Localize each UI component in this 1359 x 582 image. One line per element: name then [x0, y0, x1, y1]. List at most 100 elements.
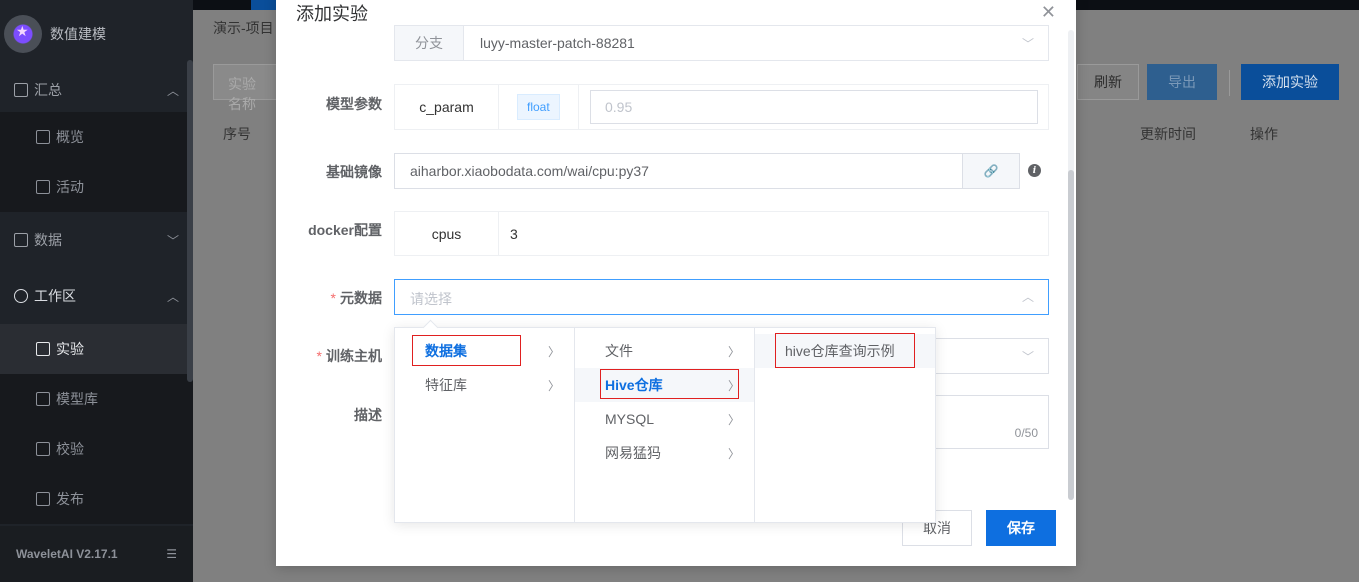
option-label: 网易猛犸: [605, 445, 661, 461]
menu-group-label: 汇总: [34, 82, 62, 98]
cascader-option-dataset[interactable]: 数据集 〉: [395, 334, 574, 368]
option-label: 文件: [605, 343, 633, 359]
char-count: 0/50: [1014, 426, 1038, 440]
param-type-tag: float: [517, 94, 560, 120]
branch-prefix: 分支: [395, 26, 464, 60]
param-value-input[interactable]: 0.95: [590, 90, 1038, 124]
package-icon: [36, 492, 50, 506]
info-icon[interactable]: i: [1028, 164, 1041, 177]
export-button[interactable]: 导出: [1147, 64, 1217, 100]
metadata-label-text: 元数据: [340, 290, 382, 306]
chevron-right-icon: 〉: [547, 378, 560, 393]
cascader-option-hive[interactable]: Hive仓库 〉: [575, 368, 754, 402]
top-bar-accent: [251, 0, 278, 10]
sidebar-item-label: 概览: [56, 129, 84, 145]
cascader-option-file[interactable]: 文件 〉: [575, 334, 754, 368]
chevron-down-icon: ﹀: [1021, 37, 1034, 51]
training-host-label: * 训练主机: [317, 346, 382, 366]
base-image-label: 基础镜像: [326, 164, 382, 180]
scan-icon: [36, 442, 50, 456]
add-experiment-button[interactable]: 添加实验: [1241, 64, 1339, 100]
version-bar: WaveletAI V2.17.1 ☰: [0, 526, 193, 582]
cascader-option-hive-query-example[interactable]: hive仓库查询示例: [755, 334, 935, 368]
activity-icon: [36, 180, 50, 194]
cascader-option-mysql[interactable]: MYSQL 〉: [575, 402, 754, 436]
sidebar-item-label: 发布: [56, 491, 84, 507]
docker-config-row: cpus 3: [394, 211, 1049, 256]
option-label: hive仓库查询示例: [785, 343, 895, 359]
sidebar: 数值建模 汇总 ︿ 概览 活动 数据 ﹀ 工作区 ︿ 实验 模型库 校验 发布 …: [0, 0, 193, 582]
sidebar-scrollbar[interactable]: [187, 60, 193, 382]
branch-select[interactable]: 分支 luyy-master-patch-88281 ﹀: [394, 25, 1049, 61]
branch-value: luyy-master-patch-88281: [480, 35, 635, 51]
chevron-down-icon: ﹀: [166, 233, 179, 248]
link-icon[interactable]: 🔗: [962, 154, 1019, 188]
docker-value[interactable]: 3: [510, 226, 518, 242]
logo-icon: [4, 15, 42, 53]
required-mark: *: [316, 348, 322, 364]
model-params-label: 模型参数: [326, 96, 382, 112]
hierarchy-icon: [14, 233, 28, 247]
param-divider: [578, 85, 579, 129]
option-label: Hive仓库: [605, 377, 663, 393]
version-label: WaveletAI V2.17.1: [16, 547, 118, 561]
menu-group-data[interactable]: 数据 ﹀: [0, 212, 193, 268]
brand-name: 数值建模: [50, 26, 106, 42]
cascader-column-2: 文件〉 Hive仓库〉 MYSQL 〉 网易猛犸〉: [575, 328, 755, 522]
chevron-up-icon: ︿: [1021, 290, 1034, 304]
description-label: 描述: [354, 407, 382, 423]
toolbar-divider: [1229, 70, 1230, 96]
column-updated: 更新时间: [1140, 126, 1196, 142]
cascader-option-netease-mammoth[interactable]: 网易猛犸 〉: [575, 436, 754, 470]
scrollbar-thumb[interactable]: [1068, 170, 1074, 500]
sidebar-item-experiment[interactable]: 实验: [0, 324, 193, 374]
model-params-row: c_param float 0.95: [394, 84, 1049, 130]
required-mark: *: [330, 290, 336, 306]
sidebar-item-overview[interactable]: 概览: [0, 112, 193, 162]
sidebar-item-label: 校验: [56, 441, 84, 457]
menu-group-label: 工作区: [34, 288, 76, 304]
column-action: 操作: [1250, 126, 1278, 142]
sidebar-item-label: 活动: [56, 179, 84, 195]
cascader-column-3: hive仓库查询示例: [755, 328, 935, 522]
training-host-label-text: 训练主机: [326, 348, 382, 364]
cascader-option-feature-store[interactable]: 特征库 〉: [395, 368, 574, 402]
param-name: c_param: [395, 85, 499, 129]
metadata-label: * 元数据: [331, 288, 382, 308]
sidebar-item-validation[interactable]: 校验: [0, 424, 193, 474]
brand[interactable]: 数值建模: [0, 0, 193, 68]
option-label: MYSQL: [605, 411, 655, 427]
menu-group-workspace[interactable]: 工作区 ︿: [0, 268, 193, 324]
gear-icon: [14, 289, 28, 303]
base-image-input[interactable]: aiharbor.xiaobodata.com/wai/cpu:py37 🔗: [394, 153, 1020, 189]
chevron-up-icon: ︿: [166, 289, 179, 304]
docker-key: cpus: [395, 212, 499, 255]
menu-group-label: 数据: [34, 232, 62, 248]
breadcrumb: 演示-项目: [213, 20, 274, 36]
chevron-right-icon: 〉: [727, 412, 740, 427]
column-index: 序号: [223, 126, 251, 142]
sidebar-item-publish[interactable]: 发布: [0, 474, 193, 524]
collapse-menu-icon[interactable]: ☰: [166, 547, 177, 561]
metadata-cascader: 数据集〉 特征库〉 文件〉 Hive仓库〉 MYSQL 〉 网易猛犸〉 hive仓…: [394, 327, 936, 523]
metadata-select[interactable]: 请选择 ︿: [394, 279, 1049, 315]
sidebar-item-model-library[interactable]: 模型库: [0, 374, 193, 424]
chevron-down-icon: ﹀: [1021, 350, 1034, 364]
chevron-right-icon: 〉: [727, 378, 740, 393]
home-icon: [36, 130, 50, 144]
chevron-right-icon: 〉: [547, 344, 560, 359]
grid-icon: [14, 83, 28, 97]
close-icon[interactable]: ✕: [1041, 2, 1056, 23]
experiment-search-input[interactable]: 实验名称: [213, 64, 283, 112]
chevron-up-icon: ︿: [166, 83, 179, 98]
save-button[interactable]: 保存: [986, 510, 1056, 546]
refresh-button[interactable]: 刷新: [1077, 64, 1139, 100]
chevron-right-icon: 〉: [727, 344, 740, 359]
model-library-icon: [36, 392, 50, 406]
metadata-placeholder: 请选择: [410, 291, 452, 307]
sidebar-item-label: 实验: [56, 341, 84, 357]
dialog-scrollbar[interactable]: [1068, 30, 1074, 500]
experiment-icon: [36, 342, 50, 356]
menu-group-summary[interactable]: 汇总 ︿: [0, 68, 193, 112]
sidebar-item-activity[interactable]: 活动: [0, 162, 193, 212]
